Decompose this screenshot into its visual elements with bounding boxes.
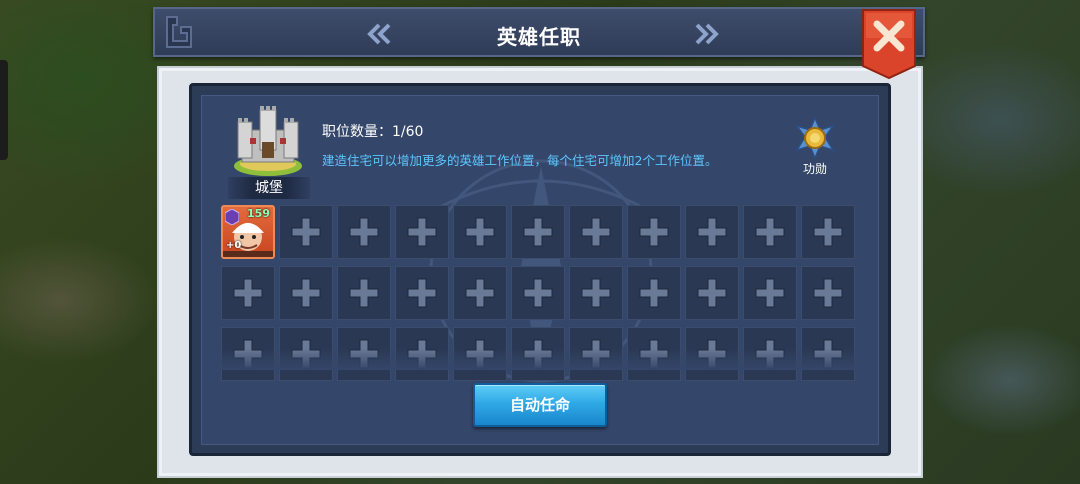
empty-slot[interactable]: [221, 266, 275, 320]
empty-slot[interactable]: [685, 266, 739, 320]
plus-icon: [465, 217, 495, 247]
hero-class-icon: [225, 209, 239, 225]
plus-icon: [291, 278, 321, 308]
position-count-text: 职位数量：1/60: [322, 124, 424, 140]
plus-icon: [407, 217, 437, 247]
empty-slot[interactable]: [801, 205, 855, 259]
auto-assign-button[interactable]: 自动任命: [473, 383, 607, 427]
grid-fade: [221, 348, 861, 370]
build-hint-text: 建造住宅可以增加更多的英雄工作位置，每个住宅可增加2个工作位置。: [322, 153, 718, 168]
empty-slot[interactable]: [511, 266, 565, 320]
plus-icon: [697, 217, 727, 247]
empty-slot[interactable]: [685, 205, 739, 259]
empty-slot[interactable]: [801, 266, 855, 320]
empty-slot[interactable]: [569, 266, 623, 320]
empty-slot[interactable]: [743, 205, 797, 259]
plus-icon: [349, 278, 379, 308]
plus-icon: [639, 217, 669, 247]
empty-slot[interactable]: [279, 266, 333, 320]
plus-icon: [523, 278, 553, 308]
hero-card[interactable]: 159 +0: [221, 205, 275, 259]
empty-slot[interactable]: [337, 205, 391, 259]
empty-slot[interactable]: [569, 205, 623, 259]
plus-icon: [465, 278, 495, 308]
hero-level: 159: [247, 207, 270, 220]
empty-slot[interactable]: [511, 205, 565, 259]
medal-icon[interactable]: [790, 116, 840, 160]
plus-icon: [813, 278, 843, 308]
empty-slot[interactable]: [627, 266, 681, 320]
plus-icon: [523, 217, 553, 247]
castle-icon: [234, 106, 302, 176]
plus-icon: [755, 278, 785, 308]
plus-icon: [349, 217, 379, 247]
empty-slot[interactable]: [743, 266, 797, 320]
plus-icon: [755, 217, 785, 247]
plus-icon: [697, 278, 727, 308]
side-handle[interactable]: [0, 60, 8, 160]
empty-slot[interactable]: [279, 205, 333, 259]
plus-icon: [581, 217, 611, 247]
window-title: 英雄任职: [497, 25, 581, 49]
plus-icon: [639, 278, 669, 308]
title-bar: 英雄任职: [153, 7, 925, 57]
empty-slot[interactable]: [453, 266, 507, 320]
merit-label: 功勋: [802, 162, 827, 176]
close-button[interactable]: [861, 8, 917, 80]
plus-icon: [233, 278, 263, 308]
empty-slot[interactable]: [627, 205, 681, 259]
double-chevron-right-icon[interactable]: [691, 23, 719, 45]
hero-star-bonus: +0: [226, 240, 242, 251]
plus-icon: [407, 278, 437, 308]
plus-icon: [813, 217, 843, 247]
empty-slot[interactable]: [337, 266, 391, 320]
castle-label: 城堡: [228, 177, 310, 199]
empty-slot[interactable]: [395, 266, 449, 320]
plus-icon: [291, 217, 321, 247]
empty-slot[interactable]: [395, 205, 449, 259]
plus-icon: [581, 278, 611, 308]
empty-slot[interactable]: [453, 205, 507, 259]
